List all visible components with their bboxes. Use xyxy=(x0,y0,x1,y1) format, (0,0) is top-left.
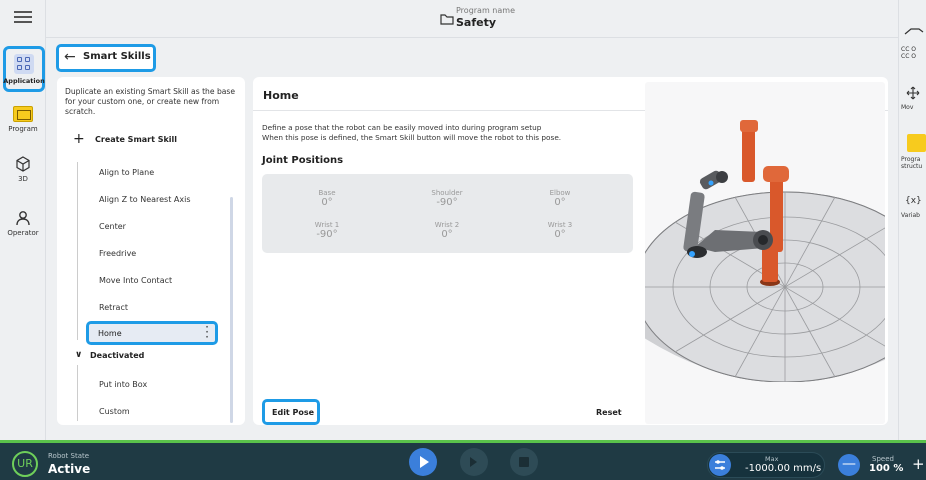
description-line: Define a pose that the robot can be easi… xyxy=(262,123,542,132)
stop-button[interactable] xyxy=(510,448,538,476)
robot-state-label: Robot State xyxy=(48,452,90,460)
list-item[interactable]: Align to Plane xyxy=(99,168,154,177)
joint-elbow: Elbow 0° xyxy=(510,189,610,208)
list-item[interactable]: Freedrive xyxy=(99,249,136,258)
list-item[interactable]: Custom xyxy=(99,407,130,416)
back-button[interactable]: ← Smart Skills xyxy=(56,44,156,72)
right-nav-label: structu xyxy=(901,163,923,170)
tree-line xyxy=(77,162,78,340)
plus-icon: + xyxy=(73,131,85,147)
folder-icon xyxy=(440,14,454,25)
chevron-down-icon: ∨ xyxy=(75,350,83,360)
ur-logo: UR xyxy=(12,451,38,477)
variables-icon[interactable]: {x} xyxy=(905,196,922,206)
speed-increase-button[interactable]: + xyxy=(912,455,925,473)
program-name-value: Safety xyxy=(456,16,497,29)
description-line: When this pose is defined, the Smart Ski… xyxy=(262,133,562,142)
right-nav-label: CC O xyxy=(901,53,917,60)
create-label: Create Smart Skill xyxy=(95,135,178,144)
breadcrumb-label: Smart Skills xyxy=(83,51,151,62)
joint-shoulder: Shoulder -90° xyxy=(397,189,497,208)
nav-item-operator[interactable]: Operator xyxy=(0,210,46,237)
cube-icon xyxy=(16,156,30,172)
application-icon xyxy=(14,54,34,74)
joint-wrist-3: Wrist 3 0° xyxy=(510,221,610,240)
max-value: -1000.00 mm/s xyxy=(745,463,822,474)
move-icon[interactable] xyxy=(906,86,920,100)
robot-scene xyxy=(645,120,885,424)
joint-wrist-2: Wrist 2 0° xyxy=(397,221,497,240)
edit-pose-label: Edit Pose xyxy=(272,408,315,417)
nav-item-label: Application xyxy=(3,77,45,85)
right-nav-label: Mov xyxy=(901,104,914,111)
right-nav-label: CC O xyxy=(901,46,917,53)
reset-button[interactable]: Reset xyxy=(596,408,622,417)
joint-name: Wrist 1 xyxy=(314,221,340,229)
joint-name: Wrist 2 xyxy=(434,221,460,229)
list-item[interactable]: Align Z to Nearest Axis xyxy=(99,195,191,204)
joint-value: 0° xyxy=(441,229,453,240)
program-name-label: Program name xyxy=(456,6,515,15)
nav-item-program[interactable]: Program xyxy=(0,106,46,133)
detail-title: Home xyxy=(263,89,299,102)
joint-positions-card: Base 0° Shoulder -90° Elbow 0° Wrist 1 -… xyxy=(262,174,633,253)
joint-value: 0° xyxy=(321,197,333,208)
speed-label: Speed xyxy=(872,455,894,463)
joint-positions-heading: Joint Positions xyxy=(262,155,344,166)
list-item[interactable]: Put into Box xyxy=(99,380,147,389)
joint-name: Base xyxy=(318,189,336,197)
right-nav-label: Progra xyxy=(901,156,921,163)
edit-pose-button[interactable]: Edit Pose xyxy=(262,399,320,425)
play-button[interactable] xyxy=(409,448,437,476)
list-item-selected[interactable]: Home · · · xyxy=(86,321,218,345)
program-structure-icon[interactable] xyxy=(907,134,926,152)
deactivated-label: Deactivated xyxy=(90,351,145,360)
3d-viewport[interactable] xyxy=(645,82,885,424)
detail-description: Define a pose that the robot can be easi… xyxy=(262,123,622,143)
list-item-label: Home xyxy=(98,329,122,338)
list-item[interactable]: Retract xyxy=(99,303,128,312)
right-nav-label: Variab xyxy=(901,212,920,219)
joint-base: Base 0° xyxy=(277,189,377,208)
skills-description: Duplicate an existing Smart Skill as the… xyxy=(65,87,236,116)
speed-decrease-button[interactable]: — xyxy=(838,454,860,476)
nav-item-label: Program xyxy=(8,125,38,133)
list-item[interactable]: Move Into Contact xyxy=(99,276,172,285)
skills-panel: Duplicate an existing Smart Skill as the… xyxy=(57,77,245,425)
joint-value: 0° xyxy=(554,229,566,240)
joint-name: Elbow xyxy=(549,189,571,197)
joint-value: -90° xyxy=(316,229,338,240)
status-bar: UR Robot State Active Max -1000.00 mm/s … xyxy=(0,440,926,480)
tree-line xyxy=(77,365,78,421)
nav-item-3d[interactable]: 3D xyxy=(0,156,46,183)
max-label: Max xyxy=(765,455,779,463)
nav-item-application[interactable]: Application xyxy=(3,46,45,92)
joint-value: -90° xyxy=(436,197,458,208)
joint-name: Shoulder xyxy=(431,189,463,197)
list-item[interactable]: Center xyxy=(99,222,126,231)
person-icon xyxy=(16,211,30,226)
step-button[interactable] xyxy=(460,448,488,476)
program-icon xyxy=(13,106,33,122)
right-nav xyxy=(898,0,926,440)
robot-state-value: Active xyxy=(48,462,91,476)
back-arrow-icon: ← xyxy=(64,49,76,65)
joint-value: 0° xyxy=(554,197,566,208)
joint-wrist-1: Wrist 1 -90° xyxy=(277,221,377,240)
nav-item-label: 3D xyxy=(18,175,28,183)
scrollbar[interactable] xyxy=(230,197,233,423)
more-options-icon[interactable]: · · · xyxy=(205,321,209,343)
nav-item-label: Operator xyxy=(7,229,39,237)
speed-sliders-icon[interactable] xyxy=(709,454,731,476)
speed-value: 100 % xyxy=(869,463,904,474)
robot-arm-icon[interactable] xyxy=(904,26,924,36)
joint-name: Wrist 3 xyxy=(547,221,573,229)
hamburger-menu-icon[interactable] xyxy=(10,8,36,30)
